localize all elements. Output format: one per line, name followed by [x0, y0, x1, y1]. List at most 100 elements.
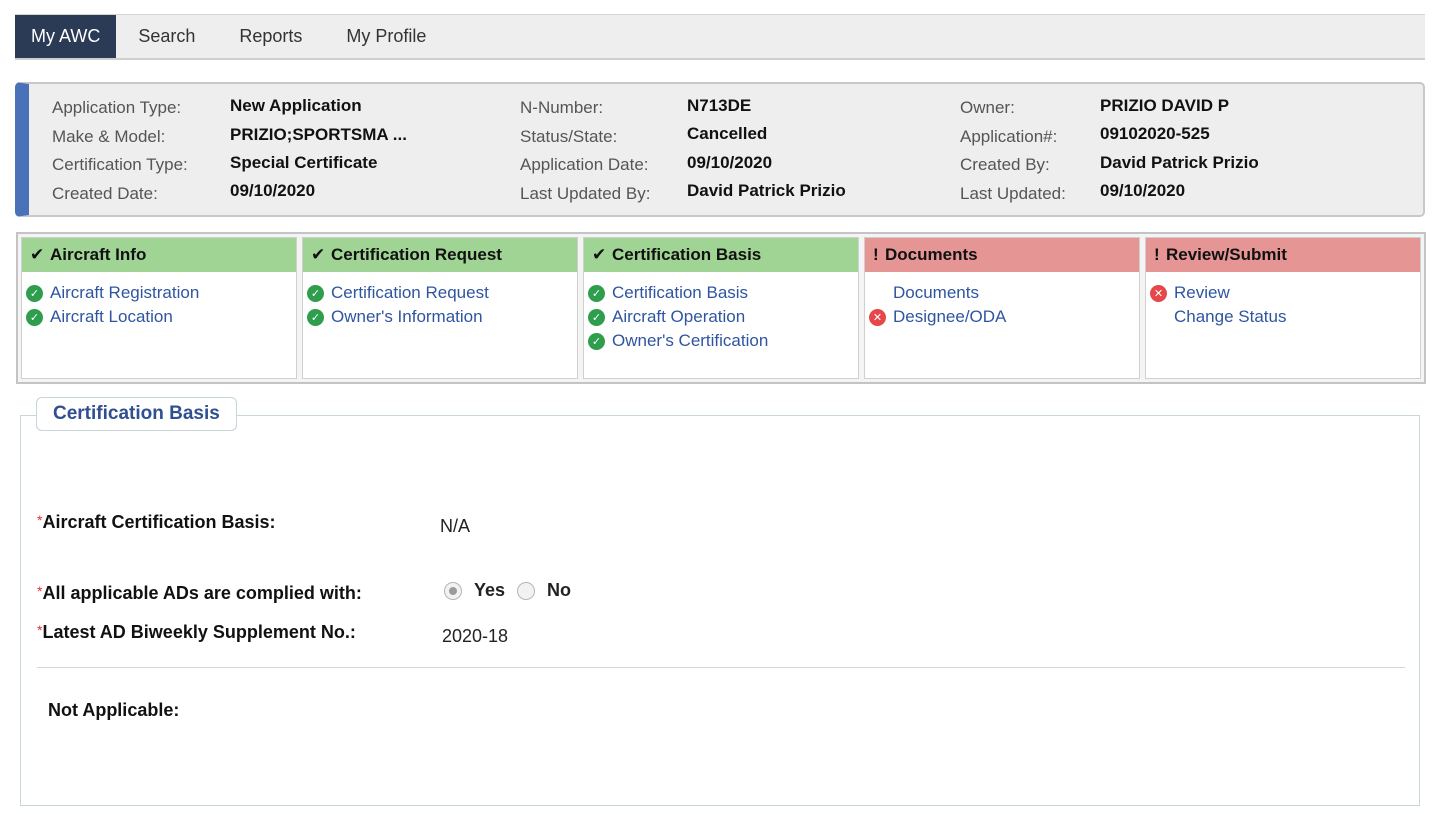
check-circle-icon: ✓: [26, 284, 43, 302]
link-label: Designee/ODA: [893, 307, 1007, 326]
certification-type-label: Certification Type:: [52, 155, 188, 174]
step-title: Documents: [885, 245, 978, 264]
link-aircraft-location[interactable]: ✓ Aircraft Location: [22, 305, 296, 329]
nav-tab-reports[interactable]: Reports: [217, 15, 324, 58]
n-number-label: N-Number:: [520, 98, 604, 117]
top-nav: My AWC Search Reports My Profile: [15, 14, 1425, 60]
link-owners-information[interactable]: ✓ Owner's Information: [303, 305, 577, 329]
step-documents: ! Documents Documents ✕ Designee/ODA: [864, 237, 1140, 379]
n-number-value: N713DE: [687, 96, 752, 115]
link-label: Review: [1174, 283, 1230, 302]
label-text: Aircraft Certification Basis:: [42, 512, 276, 532]
check-circle-icon: ✓: [307, 284, 324, 302]
nav-tab-my-awc[interactable]: My AWC: [15, 15, 117, 58]
exclamation-icon: !: [873, 245, 879, 264]
link-owners-certification[interactable]: ✓ Owner's Certification: [584, 329, 858, 353]
label-text: Latest AD Biweekly Supplement No.:: [42, 622, 356, 642]
application-type-label: Application Type:: [52, 98, 182, 117]
application-date-value: 09/10/2020: [687, 153, 773, 172]
link-review[interactable]: ✕ Review: [1146, 281, 1420, 305]
step-certification-basis: ✔ Certification Basis ✓ Certification Ba…: [583, 237, 859, 379]
application-number-value: 09102020-525: [1100, 124, 1210, 143]
section-legend: Certification Basis: [36, 397, 237, 431]
step-header[interactable]: ✔ Certification Basis: [584, 238, 858, 272]
nav-tab-search[interactable]: Search: [116, 15, 217, 58]
owner-label: Owner:: [960, 98, 1015, 117]
nav-tab-my-profile[interactable]: My Profile: [324, 15, 448, 58]
link-label: Aircraft Operation: [612, 307, 746, 326]
last-updated-value: 09/10/2020: [1100, 181, 1186, 200]
created-date-label: Created Date:: [52, 184, 158, 203]
application-summary-panel: Application Type: New Application Make &…: [15, 82, 1425, 217]
step-certification-request: ✔ Certification Request ✓ Certification …: [302, 237, 578, 379]
link-change-status[interactable]: Change Status: [1146, 305, 1420, 329]
last-updated-by-label: Last Updated By:: [520, 184, 651, 203]
aircraft-certification-basis-value: N/A: [440, 516, 471, 536]
ad-supplement-label: *Latest AD Biweekly Supplement No.:: [37, 622, 356, 643]
yes-radio[interactable]: [444, 581, 462, 600]
label-text: All applicable ADs are complied with:: [42, 583, 362, 603]
checkmark-icon: ✔: [592, 245, 607, 264]
application-number-label: Application#:: [960, 127, 1058, 146]
created-by-value: David Patrick Prizio: [1100, 153, 1259, 172]
link-certification-basis[interactable]: ✓ Certification Basis: [584, 281, 858, 305]
certification-type-value: Special Certificate: [230, 153, 378, 172]
created-by-label: Created By:: [960, 155, 1050, 174]
step-header[interactable]: ! Documents: [865, 238, 1139, 272]
step-header[interactable]: ! Review/Submit: [1146, 238, 1420, 272]
last-updated-label: Last Updated:: [960, 184, 1066, 203]
created-date-value: 09/10/2020: [230, 181, 316, 200]
step-aircraft-info: ✔ Aircraft Info ✓ Aircraft Registration …: [21, 237, 297, 379]
link-label: Documents: [893, 283, 979, 302]
check-circle-icon: ✓: [588, 332, 605, 350]
not-applicable-label: Not Applicable:: [48, 700, 180, 720]
aircraft-certification-basis-label: *Aircraft Certification Basis:: [37, 512, 276, 533]
checkmark-icon: ✔: [311, 245, 326, 264]
check-circle-icon: ✓: [588, 284, 605, 302]
ads-complied-radio-group: Yes No: [444, 580, 583, 601]
step-review-submit: ! Review/Submit ✕ Review Change Status: [1145, 237, 1421, 379]
blank-icon: [1150, 309, 1167, 326]
step-header[interactable]: ✔ Aircraft Info: [22, 238, 296, 272]
certification-basis-section: [20, 415, 1420, 806]
step-title: Certification Request: [331, 245, 502, 264]
error-circle-icon: ✕: [1150, 284, 1167, 302]
step-header[interactable]: ✔ Certification Request: [303, 238, 577, 272]
link-label: Certification Request: [331, 283, 489, 302]
status-state-value: Cancelled: [687, 124, 768, 143]
no-radio-label[interactable]: No: [547, 580, 571, 601]
step-title: Review/Submit: [1166, 245, 1287, 264]
checkmark-icon: ✔: [30, 245, 45, 264]
link-label: Owner's Certification: [612, 331, 769, 350]
last-updated-by-value: David Patrick Prizio: [687, 181, 846, 200]
status-state-label: Status/State:: [520, 127, 618, 146]
link-label: Certification Basis: [612, 283, 749, 302]
no-radio[interactable]: [517, 581, 536, 600]
link-documents[interactable]: Documents: [865, 281, 1139, 305]
blank-icon: [869, 285, 886, 302]
ads-complied-label: *All applicable ADs are complied with:: [37, 583, 362, 604]
step-title: Certification Basis: [612, 245, 762, 264]
link-aircraft-registration[interactable]: ✓ Aircraft Registration: [22, 281, 296, 305]
link-certification-request[interactable]: ✓ Certification Request: [303, 281, 577, 305]
owner-value: PRIZIO DAVID P: [1100, 96, 1230, 115]
link-label: Owner's Information: [331, 307, 483, 326]
yes-radio-label[interactable]: Yes: [474, 580, 505, 601]
link-designee-oda[interactable]: ✕ Designee/ODA: [865, 305, 1139, 329]
application-date-label: Application Date:: [520, 155, 649, 174]
check-circle-icon: ✓: [588, 308, 605, 326]
make-model-value: PRIZIO;SPORTSMA ...: [230, 125, 407, 144]
check-circle-icon: ✓: [26, 308, 43, 326]
link-label: Aircraft Location: [50, 307, 173, 326]
link-label: Aircraft Registration: [50, 283, 200, 302]
exclamation-icon: !: [1154, 245, 1160, 264]
application-type-value: New Application: [230, 96, 362, 115]
workflow-steps: ✔ Aircraft Info ✓ Aircraft Registration …: [16, 232, 1426, 384]
make-model-label: Make & Model:: [52, 127, 166, 146]
link-label: Change Status: [1174, 307, 1287, 326]
error-circle-icon: ✕: [869, 308, 886, 326]
check-circle-icon: ✓: [307, 308, 324, 326]
ad-supplement-value: 2020-18: [442, 626, 509, 646]
step-title: Aircraft Info: [50, 245, 147, 264]
link-aircraft-operation[interactable]: ✓ Aircraft Operation: [584, 305, 858, 329]
